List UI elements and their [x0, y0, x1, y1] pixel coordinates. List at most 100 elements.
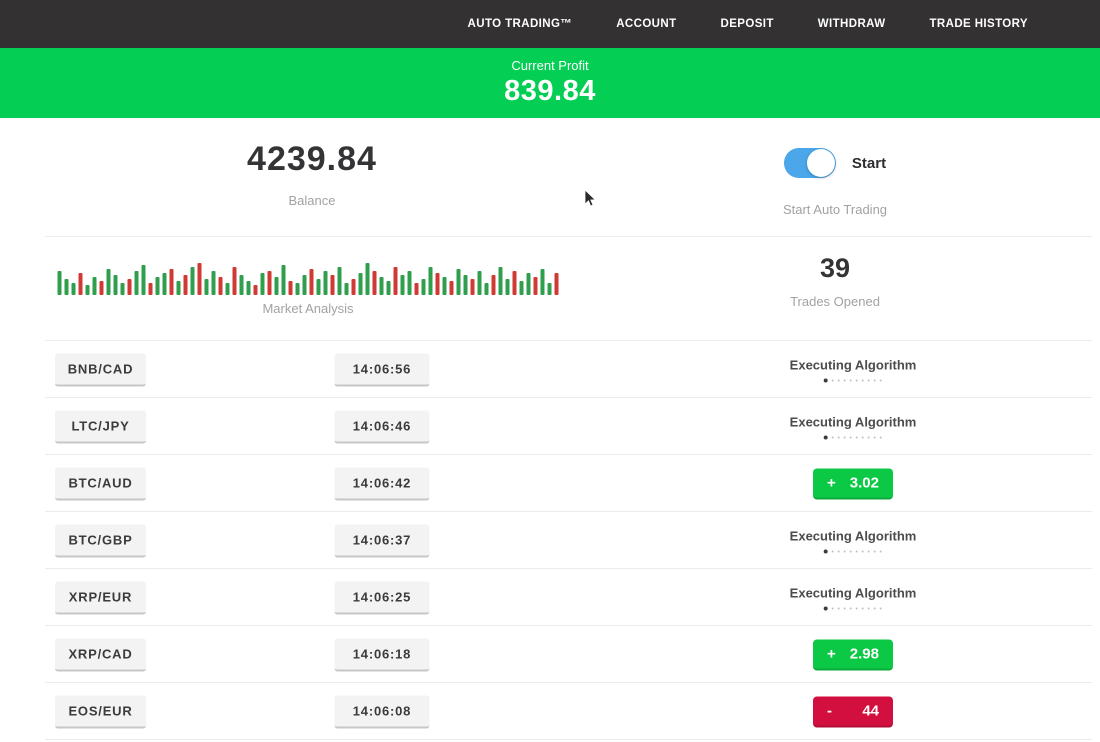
result-sign: + [827, 474, 836, 491]
table-row: XRP/CAD 14:06:18 +2.98 [0, 626, 1100, 683]
progress-dots-icon [824, 549, 882, 553]
nav-item-trade-history[interactable]: TRADE HISTORY [930, 18, 1029, 30]
up-bar [303, 275, 307, 295]
auto-trading-label: Start Auto Trading [783, 202, 887, 217]
down-bar [352, 279, 356, 295]
down-bar [373, 271, 377, 295]
up-bar [226, 283, 230, 295]
up-bar [520, 281, 524, 295]
time-badge: 14:06:46 [335, 410, 430, 443]
down-bar [513, 271, 517, 295]
auto-trading-block: Start Start Auto Trading [783, 148, 887, 217]
nav-item-withdraw[interactable]: WITHDRAW [818, 18, 886, 30]
progress-dots-icon [824, 378, 882, 382]
current-profit-value: 839.84 [504, 75, 596, 108]
top-navbar: AUTO TRADING™ ACCOUNT DEPOSIT WITHDRAW TRADE… [0, 0, 1100, 48]
pair-badge[interactable]: LTC/JPY [55, 410, 146, 443]
loss-badge: -44 [813, 696, 893, 727]
nav-item-account[interactable]: ACCOUNT [616, 18, 676, 30]
progress-dots-icon [824, 606, 882, 610]
up-bar [464, 275, 468, 295]
up-bar [345, 283, 349, 295]
down-bar [534, 277, 538, 295]
market-analysis-label: Market Analysis [58, 301, 559, 316]
table-row: BNB/CAD 14:06:56 Executing Algorithm [0, 341, 1100, 398]
up-bar [408, 271, 412, 295]
up-bar [247, 281, 251, 295]
down-bar [331, 275, 335, 295]
trades-list: BNB/CAD 14:06:56 Executing Algorithm LTC… [0, 341, 1100, 740]
balance-block: 4239.84 Balance [247, 140, 377, 208]
down-bar [100, 281, 104, 295]
up-bar [401, 275, 405, 295]
up-bar [191, 267, 195, 295]
stats-section-bottom: Market Analysis 39 Trades Opened [0, 237, 1100, 341]
up-bar [107, 269, 111, 295]
table-row: EOS/EUR 14:06:08 -44 [0, 683, 1100, 740]
trade-status: +2.98 [813, 639, 893, 670]
up-bar [380, 277, 384, 295]
down-bar [394, 267, 398, 295]
auto-trading-toggle[interactable] [784, 148, 836, 178]
down-bar [198, 263, 202, 295]
up-bar [58, 271, 62, 295]
time-badge: 14:06:42 [335, 467, 430, 500]
result-sign: - [827, 702, 832, 719]
time-badge: 14:06:37 [335, 524, 430, 557]
up-bar [156, 277, 160, 295]
table-row: XRP/EUR 14:06:25 Executing Algorithm [0, 569, 1100, 626]
trades-opened-label: Trades Opened [790, 294, 880, 309]
toggle-knob-icon [807, 149, 835, 177]
up-bar [261, 273, 265, 295]
trade-status: -44 [813, 696, 893, 727]
up-bar [65, 279, 69, 295]
nav-item-auto-trading[interactable]: AUTO TRADING™ [468, 18, 573, 30]
up-bar [457, 269, 461, 295]
up-bar [93, 277, 97, 295]
table-row: LTC/JPY 14:06:46 Executing Algorithm [0, 398, 1100, 455]
up-bar [275, 277, 279, 295]
up-bar [135, 271, 139, 295]
down-bar [268, 271, 272, 295]
pair-badge[interactable]: BTC/GBP [55, 524, 146, 557]
down-bar [555, 273, 559, 295]
market-analysis-chart [58, 255, 559, 295]
down-bar [128, 279, 132, 295]
time-badge: 14:06:56 [335, 353, 430, 386]
trades-opened-value: 39 [790, 253, 880, 284]
current-profit-banner: Current Profit 839.84 [0, 48, 1100, 118]
pair-badge[interactable]: BNB/CAD [55, 353, 146, 386]
balance-label: Balance [247, 193, 377, 208]
up-bar [366, 263, 370, 295]
down-bar [170, 269, 174, 295]
result-amount: 3.02 [850, 474, 879, 491]
up-bar [443, 277, 447, 295]
down-bar [289, 281, 293, 295]
trade-status: Executing Algorithm [790, 585, 917, 610]
up-bar [499, 267, 503, 295]
time-badge: 14:06:18 [335, 638, 430, 671]
up-bar [212, 271, 216, 295]
down-bar [310, 269, 314, 295]
down-bar [415, 283, 419, 295]
pair-badge[interactable]: EOS/EUR [55, 695, 146, 728]
executing-algorithm-label: Executing Algorithm [790, 357, 917, 372]
down-bar [254, 285, 258, 295]
executing-algorithm-label: Executing Algorithm [790, 585, 917, 600]
trade-status: Executing Algorithm [790, 528, 917, 553]
up-bar [324, 271, 328, 295]
up-bar [485, 283, 489, 295]
up-bar [317, 279, 321, 295]
nav-item-deposit[interactable]: DEPOSIT [721, 18, 774, 30]
up-bar [114, 275, 118, 295]
market-analysis-block: Market Analysis [58, 255, 559, 316]
up-bar [86, 285, 90, 295]
table-row: BTC/GBP 14:06:37 Executing Algorithm [0, 512, 1100, 569]
pair-badge[interactable]: BTC/AUD [55, 467, 146, 500]
progress-dots-icon [824, 435, 882, 439]
pair-badge[interactable]: XRP/CAD [55, 638, 146, 671]
up-bar [177, 281, 181, 295]
down-bar [79, 273, 83, 295]
pair-badge[interactable]: XRP/EUR [55, 581, 146, 614]
up-bar [142, 265, 146, 295]
